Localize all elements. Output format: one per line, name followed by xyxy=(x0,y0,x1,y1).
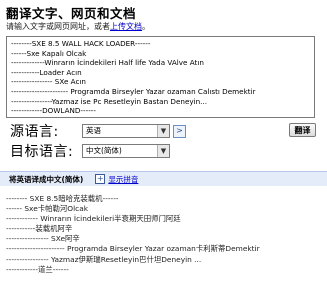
chevron-down-icon: ▼ xyxy=(157,125,169,137)
upload-document-link[interactable]: 上传文档 xyxy=(110,22,142,31)
source-line: ------------DOWLAND------ xyxy=(11,106,96,116)
chevron-down-icon: ▼ xyxy=(157,145,169,157)
output-line: ------------道兰------ xyxy=(6,264,69,274)
source-language-value: 英语 xyxy=(86,126,101,135)
swap-icon[interactable]: > xyxy=(173,124,186,138)
instructions-prefix: 请输入文字或网页网址，或者 xyxy=(6,22,110,31)
result-header-bar: 将英语译成中文(简体) + 显示拼音 xyxy=(0,171,327,186)
translation-output: -------- SXE 8.5暗哈克装载机------ ------ Sxe卡… xyxy=(6,194,321,275)
output-line: ---------------- SXe阿辛 xyxy=(6,234,80,244)
translate-button[interactable]: 翻译 xyxy=(289,123,316,137)
show-pinyin-link[interactable]: 显示拼音 xyxy=(108,174,138,185)
output-line: -------- SXE 8.5暗哈克装载机------ xyxy=(6,194,119,203)
source-line: ---------------- SXe Acın xyxy=(11,77,86,87)
expand-plus-icon[interactable]: + xyxy=(95,174,106,184)
source-line: ------Sxe Kapalı Olcak xyxy=(11,48,87,58)
output-line: ---------------------- Programda Birseyl… xyxy=(6,244,260,254)
source-line: -----------Loader Acın xyxy=(11,67,82,77)
page-title: 翻译文字、网页和文档 xyxy=(6,6,137,21)
output-line: ---------------- Yazmaz伊斯瑞Resetleyin巴什坦D… xyxy=(6,254,202,264)
source-line: ----------------Yazmaz ise Pc Resetleyin… xyxy=(11,96,208,106)
source-language-select[interactable]: 英语 ▼ xyxy=(82,124,170,138)
target-language-row: 目标语言: 中文(简体) ▼ xyxy=(10,142,170,160)
target-language-value: 中文(简体) xyxy=(86,146,122,155)
target-language-select[interactable]: 中文(简体) ▼ xyxy=(82,144,170,158)
output-line: ------------ Winrarın İcindekileri半衰期天田师… xyxy=(6,214,181,224)
instructions-suffix: 。 xyxy=(142,22,150,31)
instructions-text: 请输入文字或网页网址，或者上传文档。 xyxy=(6,21,150,32)
source-language-label: 源语言: xyxy=(10,124,59,140)
source-line: --------SXE 8.5 WALL HACK LOADER------ xyxy=(11,39,151,48)
source-line: ---------------------- Programda Birseyl… xyxy=(11,86,256,96)
output-line: -----------装载机阿辛 xyxy=(6,224,73,234)
output-line: ------ Sxe卡帕勒河Olcak xyxy=(6,204,89,214)
source-line: -------------Winrarın İcindekileri Half … xyxy=(11,58,204,68)
source-text-area[interactable]: --------SXE 8.5 WALL HACK LOADER------ -… xyxy=(6,36,315,118)
result-direction-title: 将英语译成中文(简体) xyxy=(9,174,84,184)
target-language-label: 目标语言: xyxy=(10,144,74,160)
source-language-row: 源语言: 英语 ▼ > xyxy=(10,122,186,140)
